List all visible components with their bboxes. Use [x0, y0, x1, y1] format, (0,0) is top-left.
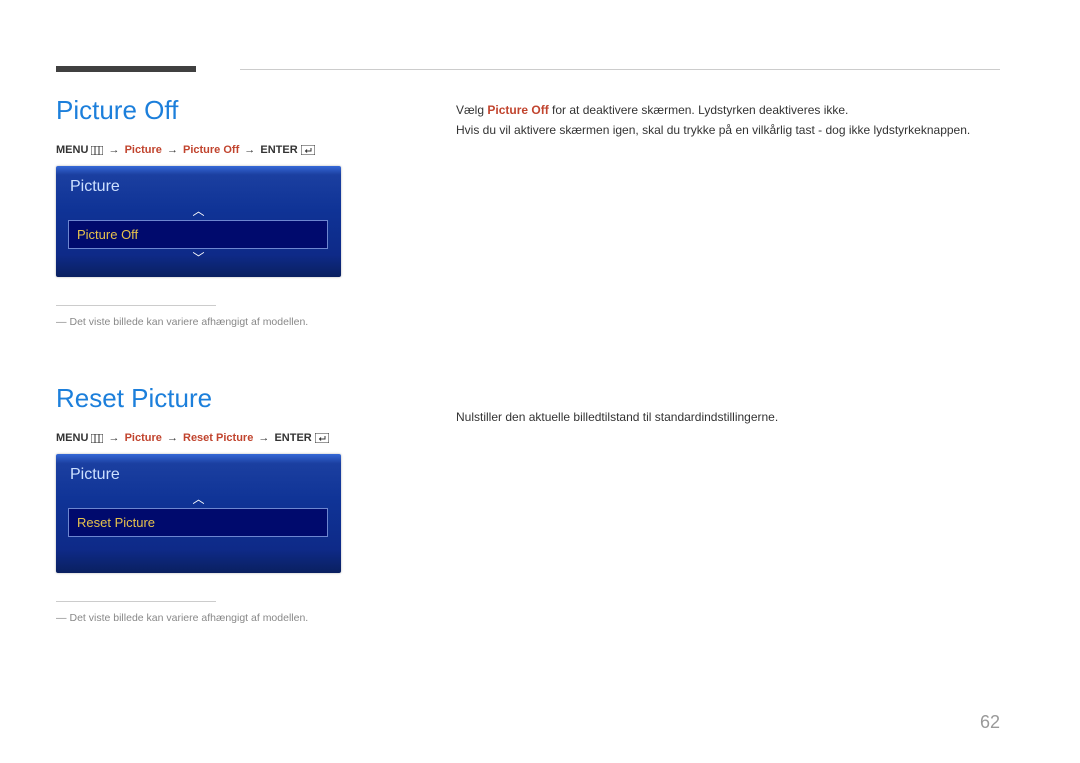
footnote-text: Det viste billede kan variere afhængigt …	[70, 316, 309, 328]
osd-spacer	[66, 539, 331, 561]
breadcrumb-menu: MENU	[56, 432, 88, 444]
desc-line-1: Vælg Picture Off for at deaktivere skærm…	[456, 100, 996, 120]
footnote-rule	[56, 601, 216, 602]
arrow-icon: →	[244, 144, 255, 156]
section-reset-picture: Reset Picture MENU → Picture → Reset Pic…	[56, 383, 356, 624]
enter-icon	[315, 433, 329, 443]
desc-suffix: for at deaktivere skærmen. Lydstyrken de…	[549, 103, 849, 117]
dash-icon: ―	[56, 316, 67, 328]
breadcrumb-reset-picture: Reset Picture	[183, 432, 253, 444]
breadcrumb-picture: Picture	[125, 144, 162, 156]
arrow-icon: →	[109, 144, 120, 156]
heading-picture-off: Picture Off	[56, 95, 356, 126]
breadcrumb-picture-off: Picture Off	[183, 144, 239, 156]
breadcrumb-1: MENU → Picture → Picture Off → ENTER	[56, 144, 356, 156]
chevron-up-icon: ︿	[66, 492, 331, 506]
footnote-2: ―Det viste billede kan variere afhængigt…	[56, 612, 356, 624]
breadcrumb-enter: ENTER	[260, 144, 297, 156]
enter-icon	[301, 145, 315, 155]
osd-panel-1: Picture ︿ Picture Off ﹀	[56, 166, 341, 277]
left-column: Picture Off MENU → Picture → Picture Off…	[56, 95, 356, 624]
desc-prefix: Vælg	[456, 103, 487, 117]
menu-icon	[91, 146, 103, 155]
footnote-1: ―Det viste billede kan variere afhængigt…	[56, 316, 356, 328]
osd-panel-2: Picture ︿ Reset Picture	[56, 454, 341, 573]
desc-reset: Nulstiller den aktuelle billedtilstand t…	[456, 407, 996, 427]
breadcrumb-picture: Picture	[125, 432, 162, 444]
section-picture-off: Picture Off MENU → Picture → Picture Off…	[56, 95, 356, 328]
osd-title: Picture	[70, 466, 331, 484]
heading-reset-picture: Reset Picture	[56, 383, 356, 414]
top-rule	[240, 69, 1000, 70]
osd-selected-item: Reset Picture	[68, 508, 328, 537]
arrow-icon: →	[167, 144, 178, 156]
arrow-icon: →	[258, 432, 269, 444]
page-number: 62	[980, 712, 1000, 733]
footnote-text: Det viste billede kan variere afhængigt …	[70, 612, 309, 624]
osd-title: Picture	[70, 178, 331, 196]
footnote-rule	[56, 305, 216, 306]
breadcrumb-2: MENU → Picture → Reset Picture → ENTER	[56, 432, 356, 444]
arrow-icon: →	[109, 432, 120, 444]
desc-line-2: Hvis du vil aktivere skærmen igen, skal …	[456, 120, 996, 140]
chapter-tab	[56, 66, 196, 72]
description-1: Vælg Picture Off for at deaktivere skærm…	[456, 100, 996, 141]
breadcrumb-enter: ENTER	[274, 432, 311, 444]
desc-highlight: Picture Off	[487, 103, 548, 117]
description-2: Nulstiller den aktuelle billedtilstand t…	[456, 407, 996, 427]
menu-icon	[91, 434, 103, 443]
chevron-up-icon: ︿	[66, 204, 331, 218]
dash-icon: ―	[56, 612, 67, 624]
osd-selected-item: Picture Off	[68, 220, 328, 249]
breadcrumb-menu: MENU	[56, 144, 88, 156]
arrow-icon: →	[167, 432, 178, 444]
chevron-down-icon: ﹀	[66, 251, 331, 265]
